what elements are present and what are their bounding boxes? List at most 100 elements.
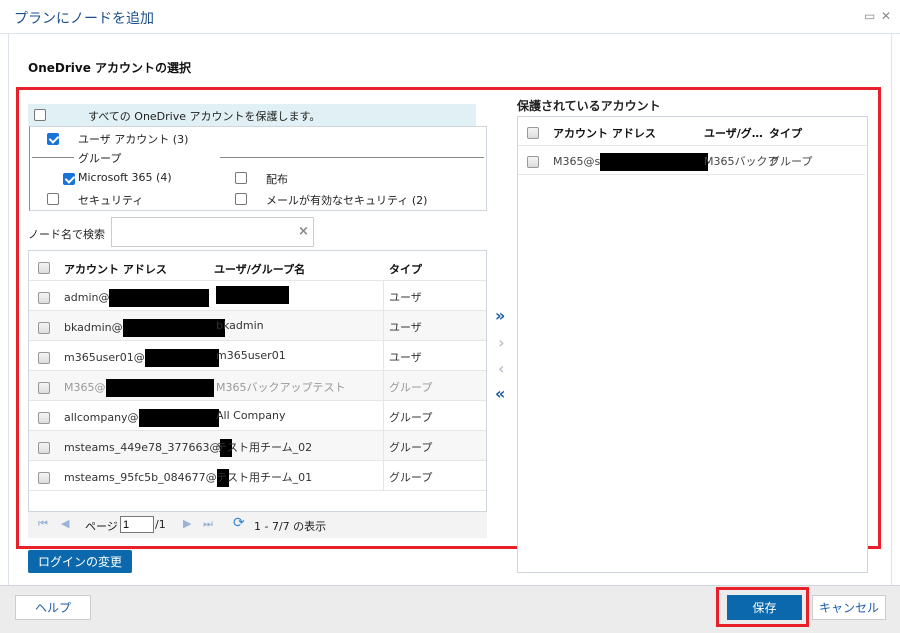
- available-accounts-table: アカウント アドレス ユーザ/グループ名 タイプ admin@ ユーザ bkad…: [28, 250, 487, 512]
- user-group-name: bkadmin: [216, 319, 264, 332]
- table-header: アカウント アドレス ユーザ/グループ名 タイプ: [29, 251, 486, 281]
- user-accounts-checkbox[interactable]: [47, 133, 59, 145]
- section-title: OneDrive アカウントの選択: [28, 61, 192, 75]
- protected-accounts-table: アカウント アドレス ユーザ/グ… タイプ M365@s M365バックア グル…: [517, 116, 868, 573]
- restore-icon[interactable]: ▭: [864, 9, 875, 23]
- row-checkbox[interactable]: [38, 412, 50, 424]
- account-type: グループ: [769, 155, 813, 168]
- column-header-account[interactable]: アカウント アドレス: [553, 125, 656, 141]
- protected-accounts-title: 保護されているアカウント: [517, 99, 661, 113]
- table-row[interactable]: msteams_95fc5b_084677@ テスト用チーム_01 グループ: [29, 461, 486, 491]
- account-address: m365user01@: [64, 351, 145, 364]
- prev-page-icon[interactable]: ◀: [61, 517, 69, 530]
- next-page-icon[interactable]: ▶: [183, 517, 191, 530]
- search-field: ×: [111, 217, 314, 247]
- page-input[interactable]: [120, 516, 154, 533]
- account-address: msteams_95fc5b_084677@: [64, 471, 217, 484]
- row-checkbox[interactable]: [38, 442, 50, 454]
- protect-all-label: すべての OneDrive アカウントを保護します。: [88, 110, 321, 123]
- user-group-name: M365バックアップテスト: [216, 381, 346, 394]
- add-button[interactable]: ›: [498, 333, 505, 352]
- row-checkbox[interactable]: [527, 156, 539, 168]
- redacted-block: [216, 286, 289, 304]
- user-group-name: All Company: [216, 409, 286, 422]
- redacted-block: [105, 379, 214, 397]
- account-type: ユーザ: [389, 291, 422, 304]
- column-header-name[interactable]: ユーザ/グループ名: [214, 261, 305, 277]
- row-checkbox[interactable]: [38, 352, 50, 364]
- account-address: allcompany@: [64, 411, 139, 424]
- select-all-checkbox[interactable]: [527, 127, 539, 139]
- redacted-block: [144, 349, 219, 367]
- clear-search-icon[interactable]: ×: [298, 224, 309, 239]
- footer: ヘルプ 保存 キャンセル: [0, 585, 900, 633]
- column-header-type[interactable]: タイプ: [769, 125, 802, 141]
- pager: ⏮ ◀ ページ /1 ▶ ⏭ ⟳ 1 - 7/7 の表示: [28, 512, 487, 538]
- redacted-block: [122, 319, 225, 337]
- account-address: msteams_449e78_377663@: [64, 441, 221, 454]
- row-checkbox[interactable]: [38, 472, 50, 484]
- remove-button[interactable]: ‹: [498, 359, 505, 378]
- page-label: ページ: [85, 520, 118, 533]
- close-icon[interactable]: ✕: [881, 9, 891, 23]
- row-checkbox[interactable]: [38, 322, 50, 334]
- table-row[interactable]: bkadmin@ bkadmin ユーザ: [29, 311, 486, 341]
- select-all-checkbox[interactable]: [38, 262, 50, 274]
- search-label: ノード名で検索: [28, 228, 105, 241]
- account-type: グループ: [389, 381, 433, 394]
- help-button[interactable]: ヘルプ: [15, 595, 91, 620]
- distribution-checkbox[interactable]: [235, 172, 247, 184]
- security-label: セキュリティ: [78, 194, 144, 207]
- save-button[interactable]: 保存: [727, 595, 802, 620]
- mail-security-checkbox[interactable]: [235, 193, 247, 205]
- row-checkbox[interactable]: [38, 292, 50, 304]
- protect-all-row: すべての OneDrive アカウントを保護します。: [28, 104, 476, 126]
- search-input[interactable]: [114, 220, 289, 244]
- security-checkbox[interactable]: [47, 193, 59, 205]
- table-row[interactable]: m365user01@ m365user01 ユーザ: [29, 341, 486, 371]
- column-header-account[interactable]: アカウント アドレス: [64, 261, 167, 277]
- row-checkbox[interactable]: [38, 382, 50, 394]
- pager-summary: 1 - 7/7 の表示: [254, 520, 327, 533]
- refresh-icon[interactable]: ⟳: [233, 515, 245, 531]
- account-type: グループ: [389, 471, 433, 484]
- column-header-name[interactable]: ユーザ/グ…: [704, 125, 763, 141]
- change-login-button[interactable]: ログインの変更: [28, 550, 132, 573]
- table-row[interactable]: M365@ M365バックアップテスト グループ: [29, 371, 486, 401]
- account-type: グループ: [389, 441, 433, 454]
- title-bar: プランにノードを追加 ▭ ✕: [0, 0, 900, 34]
- microsoft365-checkbox[interactable]: [62, 173, 75, 185]
- user-group-name: テスト用チーム_01: [216, 471, 313, 484]
- column-header-type[interactable]: タイプ: [389, 261, 422, 277]
- table-row[interactable]: allcompany@ All Company グループ: [29, 401, 486, 431]
- redacted-block: [109, 289, 210, 307]
- add-all-button[interactable]: »: [495, 306, 505, 325]
- remove-all-button[interactable]: «: [495, 384, 505, 403]
- account-type: ユーザ: [389, 321, 422, 334]
- account-address: M365@s: [553, 155, 601, 168]
- user-group-name: m365user01: [216, 349, 286, 362]
- table-row[interactable]: M365@s M365バックア グループ: [518, 146, 865, 175]
- table-header: アカウント アドレス ユーザ/グ… タイプ: [518, 117, 867, 146]
- mail-security-label: メールが有効なセキュリティ (2): [266, 194, 428, 207]
- account-address: M365@: [64, 381, 106, 394]
- account-address: admin@: [64, 291, 110, 304]
- account-address: bkadmin@: [64, 321, 123, 334]
- table-row[interactable]: msteams_449e78_377663@ テスト用チーム_02 グループ: [29, 431, 486, 461]
- dialog-title: プランにノードを追加: [14, 11, 154, 27]
- protect-all-checkbox[interactable]: [34, 109, 46, 121]
- account-type: ユーザ: [389, 351, 422, 364]
- group-label: グループ: [78, 152, 122, 165]
- page-total: /1: [155, 518, 166, 531]
- group-name: M365バックア: [704, 155, 779, 168]
- user-group-name: テスト用チーム_02: [216, 441, 313, 454]
- account-type: グループ: [389, 411, 433, 424]
- table-row[interactable]: admin@ ユーザ: [29, 281, 486, 311]
- last-page-icon[interactable]: ⏭: [203, 517, 213, 531]
- filter-box: ユーザ アカウント (3) グループ Microsoft 365 (4) 配布 …: [29, 126, 487, 211]
- microsoft365-label: Microsoft 365 (4): [78, 171, 172, 184]
- redacted-block: [138, 409, 219, 427]
- first-page-icon[interactable]: ⏮: [38, 517, 48, 531]
- distribution-label: 配布: [266, 173, 288, 186]
- cancel-button[interactable]: キャンセル: [812, 595, 886, 620]
